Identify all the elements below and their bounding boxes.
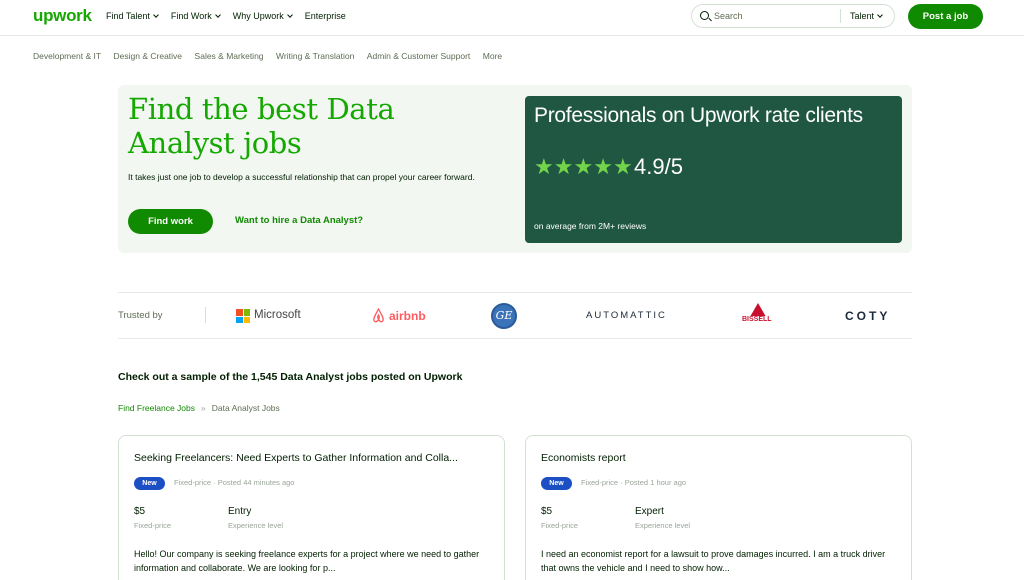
microsoft-icon	[236, 309, 250, 323]
logo-microsoft: Microsoft	[254, 309, 301, 321]
top-navigation: upwork Find Talent Find Work Why Upwork …	[0, 0, 1024, 36]
logo-automattic: AUTOMATTIC	[586, 310, 667, 321]
star-icon: ★	[534, 154, 554, 179]
job-card[interactable]: Economists report New Fixed-price · Post…	[525, 435, 912, 580]
category-design-creative[interactable]: Design & Creative	[114, 51, 183, 61]
main-nav: Find Talent Find Work Why Upwork Enterpr…	[106, 11, 359, 21]
client-rating-card: Professionals on Upwork rate clients ★ ★…	[525, 96, 902, 243]
nav-label: Why Upwork	[232, 11, 284, 21]
nav-enterprise[interactable]: Enterprise	[305, 11, 346, 21]
nav-label: Enterprise	[304, 11, 346, 21]
search-input[interactable]: Search Talent	[691, 4, 895, 28]
category-more[interactable]: More	[483, 51, 502, 61]
job-title[interactable]: Seeking Freelancers: Need Experts to Gat…	[134, 452, 474, 464]
post-job-button[interactable]: Post a job	[908, 4, 983, 29]
star-icon: ★	[553, 154, 574, 179]
search-placeholder: Search	[714, 11, 743, 21]
star-icon: ★	[593, 154, 613, 179]
job-description: Hello! Our company is seeking freelance …	[134, 549, 480, 573]
category-bar: Development & IT Design & Creative Sales…	[33, 51, 515, 61]
logo-airbnb: airbnb	[389, 309, 426, 323]
rating-value: 4.9/5	[634, 154, 683, 179]
job-experience-label: Experience level	[228, 521, 284, 530]
page-title: Find the best Data Analyst jobs	[128, 92, 395, 160]
divider	[118, 292, 912, 293]
sample-jobs-heading: Check out a sample of the 1,545 Data Ana…	[118, 371, 463, 383]
search-icon	[700, 11, 709, 20]
chevron-down-icon	[286, 12, 293, 18]
nav-label: Find Work	[170, 11, 212, 21]
category-writing-translation[interactable]: Writing & Translation	[276, 51, 354, 61]
category-sales-marketing[interactable]: Sales & Marketing	[195, 51, 264, 61]
job-price-label: Fixed-price	[134, 521, 172, 530]
divider	[205, 307, 206, 323]
breadcrumb: Find Freelance Jobs » Data Analyst Jobs	[118, 403, 280, 413]
hero-subtitle: It takes just one job to develop a succe…	[128, 172, 475, 182]
rating-card-title: Professionals on Upwork rate clients	[534, 104, 863, 127]
job-price-label: Fixed-price	[541, 521, 579, 530]
job-price: $5	[134, 506, 146, 517]
new-badge: New	[134, 477, 165, 490]
star-icon: ★	[573, 154, 594, 179]
chevron-down-icon	[877, 12, 883, 18]
job-description: I need an economist report for a lawsuit…	[541, 549, 886, 573]
divider	[118, 338, 912, 339]
job-experience-level: Expert	[635, 506, 664, 517]
trusted-by-label: Trusted by	[118, 310, 163, 321]
breadcrumb-current: Data Analyst Jobs	[211, 403, 280, 413]
search-divider	[840, 9, 841, 23]
logo-ge: GE	[491, 303, 517, 329]
job-card[interactable]: Seeking Freelancers: Need Experts to Gat…	[118, 435, 505, 580]
hire-data-analyst-link[interactable]: Want to hire a Data Analyst?	[235, 215, 363, 226]
nav-why-upwork[interactable]: Why Upwork	[232, 11, 293, 21]
upwork-logo[interactable]: upwork	[33, 6, 92, 26]
rating-stars: ★ ★ ★ ★ ★	[534, 156, 633, 178]
hero-section: Find the best Data Analyst jobs It takes…	[118, 85, 912, 253]
logo-bissell: BISSELL	[741, 316, 773, 323]
chevron-down-icon	[214, 12, 221, 18]
nav-find-talent[interactable]: Find Talent	[106, 11, 159, 21]
logo-coty: COTY	[845, 309, 891, 323]
category-development-it[interactable]: Development & IT	[33, 51, 101, 61]
nav-label: Find Talent	[106, 11, 150, 21]
job-meta: Fixed-price · Posted 1 hour ago	[581, 478, 687, 487]
job-price: $5	[541, 506, 553, 517]
airbnb-icon	[373, 308, 384, 323]
job-title[interactable]: Economists report	[541, 452, 881, 464]
find-work-button[interactable]: Find work	[128, 209, 213, 234]
breadcrumb-separator-icon: »	[201, 403, 206, 413]
breadcrumb-find-freelance-jobs[interactable]: Find Freelance Jobs	[118, 403, 195, 413]
chevron-down-icon	[153, 12, 159, 18]
nav-find-work[interactable]: Find Work	[170, 11, 221, 21]
job-meta: Fixed-price · Posted 44 minutes ago	[174, 478, 295, 487]
job-experience-level: Entry	[228, 506, 252, 517]
star-icon: ★	[612, 154, 633, 179]
new-badge: New	[541, 477, 572, 490]
search-scope-label: Talent	[850, 11, 875, 21]
rating-note: on average from 2M+ reviews	[534, 221, 647, 231]
search-scope-dropdown[interactable]: Talent	[850, 11, 883, 21]
job-experience-label: Experience level	[635, 521, 691, 530]
category-admin-support[interactable]: Admin & Customer Support	[367, 51, 470, 61]
